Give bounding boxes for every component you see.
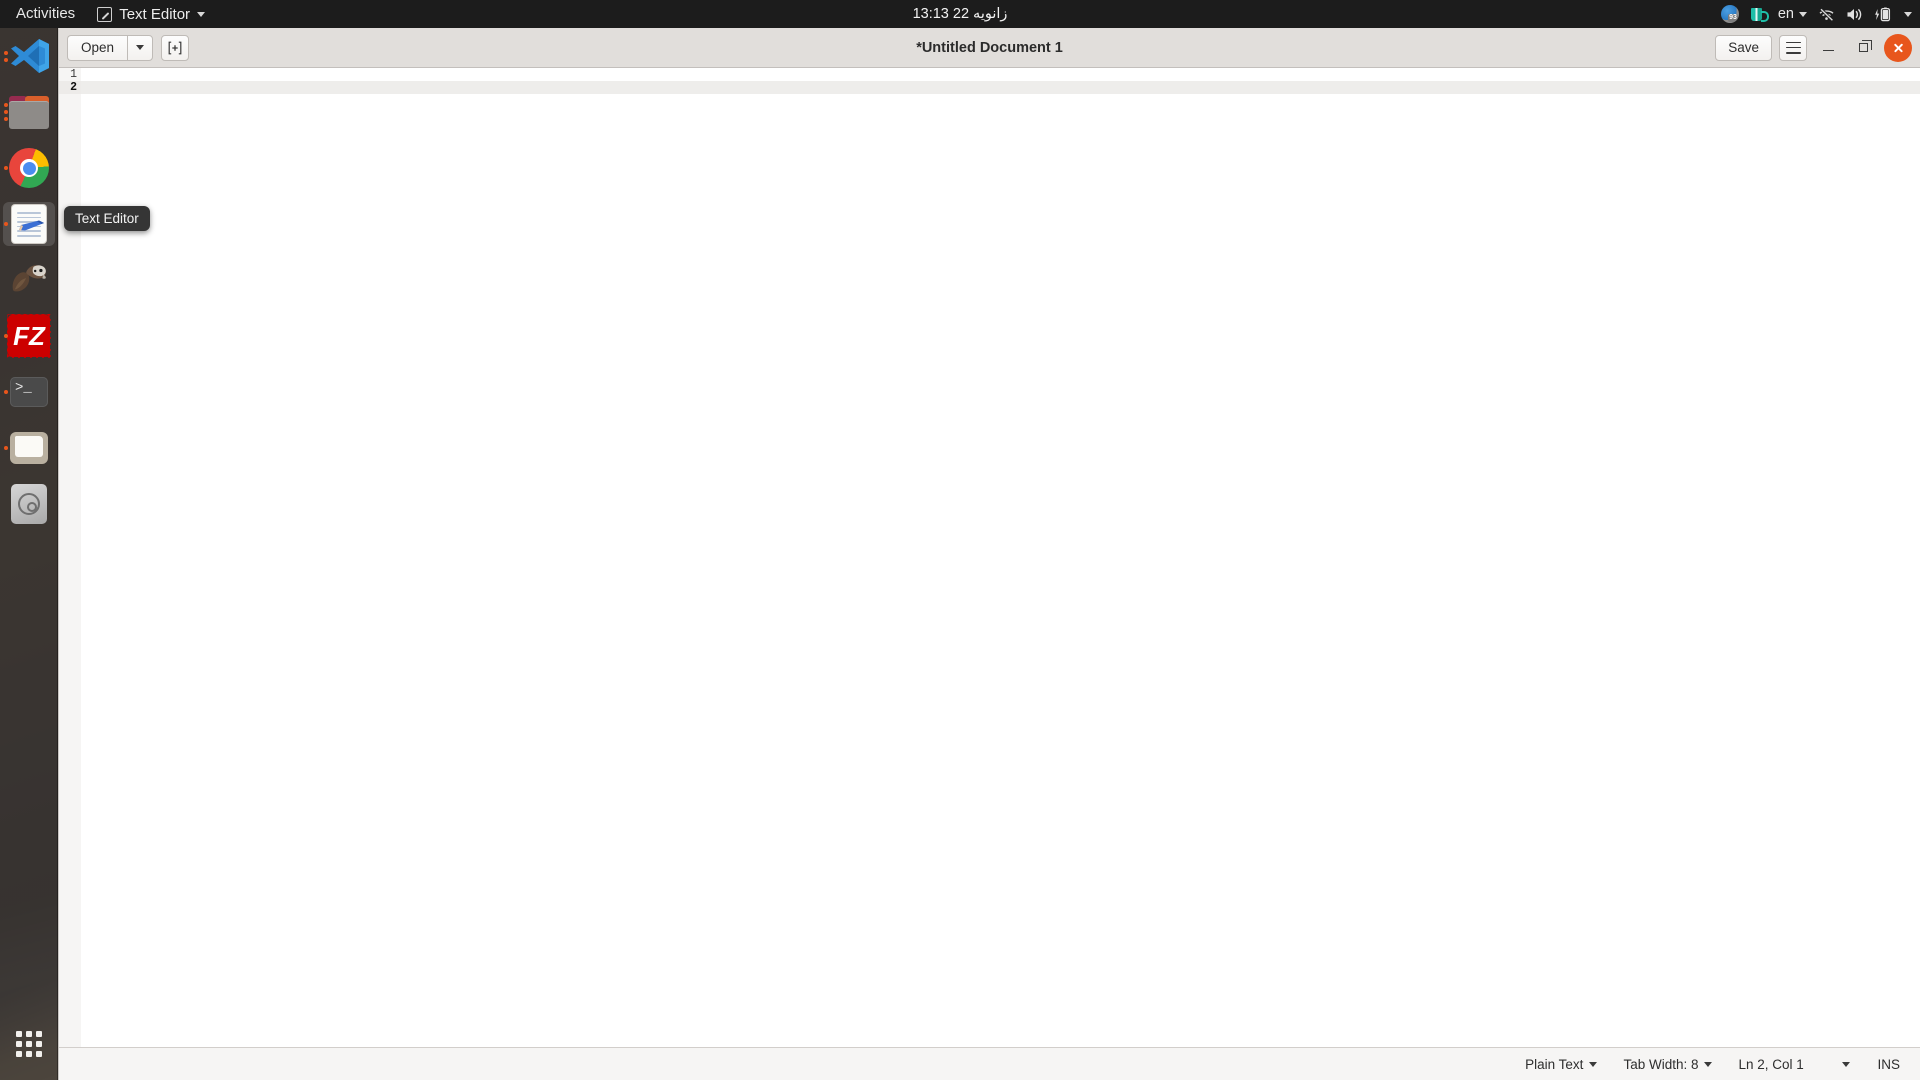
open-button-group: Open [67,34,154,61]
dock-item-google-chrome[interactable] [0,140,58,196]
close-icon [1893,42,1904,53]
disk-usage-indicator[interactable]: 93 [1720,5,1739,23]
new-document-button[interactable] [161,34,190,61]
system-tray: 93 en [1720,0,1912,28]
minimize-button[interactable] [1814,34,1842,62]
wifi-disconnected-icon [1818,7,1835,22]
dock-item-install-media[interactable] [0,476,58,532]
app-menu-label: Text Editor [119,5,191,23]
dock-item-file-manager[interactable] [0,420,58,476]
disk-usage-icon: 93 [1720,5,1739,23]
folder-white-icon [8,427,50,469]
filezilla-icon: FZ [7,314,51,358]
close-button[interactable] [1884,33,1912,62]
save-button[interactable]: Save [1715,34,1772,61]
beaver-icon [9,260,49,300]
dock-item-terminal[interactable] [0,364,58,420]
volume-speaker-icon [1846,7,1863,22]
document-lines: 1 2 [59,68,1920,94]
show-applications-grid-icon [16,1031,42,1057]
chevron-down-icon [197,11,206,17]
maximize-icon [1858,40,1872,52]
chevron-down-icon [1904,11,1912,17]
clock-area: 13:13 22 زانویه [0,6,1920,22]
main-menu-button[interactable] [1779,34,1807,61]
dock-item-visual-studio-code[interactable] [0,28,58,84]
line-number: 1 [59,68,81,81]
gnome-top-panel: Activities Text Editor 13:13 22 زانویه 9… [0,0,1920,28]
text-editing-area[interactable]: 1 2 [59,68,1920,1047]
new-document-icon [168,41,182,55]
open-button[interactable]: Open [67,34,128,61]
network-indicator[interactable] [1818,7,1835,22]
disk-install-icon [8,483,50,525]
keyboard-language-indicator[interactable]: en [1778,6,1807,22]
editor-line-row[interactable]: 1 [59,68,1920,81]
chevron-down-icon [1589,1061,1598,1067]
coffee-mug-icon [1750,6,1769,23]
terminal-icon [8,371,50,413]
clock-label[interactable]: 13:13 22 زانویه [913,6,1008,22]
dock-tooltip: Text Editor [64,206,150,231]
favorites-dock: FZ [0,28,58,1080]
dock-item-text-editor[interactable] [0,196,58,252]
editor-line-row-current[interactable]: 2 [59,81,1920,94]
window-title: *Untitled Document 1 [916,39,1063,56]
chrome-icon [8,147,50,189]
language-label: en [1777,6,1794,22]
activities-button[interactable]: Activities [0,0,87,28]
chevron-down-icon [1704,1061,1713,1067]
headerbar-left-controls: Open [67,34,190,61]
text-editor-window: Open *Untitled Document 1 Save 1 2 Plain… [58,28,1920,1080]
cursor-position-selector[interactable]: Ln 2, Col 1 [1725,1057,1863,1072]
volume-indicator[interactable] [1846,7,1863,22]
dock-item-files-nautilus[interactable] [0,84,58,140]
window-headerbar: Open *Untitled Document 1 Save [59,28,1920,68]
open-recent-dropdown-button[interactable] [127,34,154,61]
cursor-position-label: Ln 2, Col 1 [1738,1056,1804,1072]
language-label: Plain Text [1525,1056,1584,1072]
folder-purple-icon [8,91,50,133]
tab-width-selector[interactable]: Tab Width: 8 [1610,1057,1725,1072]
minimize-icon [1822,49,1834,52]
headerbar-right-controls: Save [1715,33,1912,62]
battery-indicator[interactable] [1874,7,1893,22]
line-text[interactable] [81,81,1920,94]
dock-item-filezilla[interactable]: FZ [0,308,58,364]
vscode-icon [8,35,50,77]
chevron-down-icon [1799,11,1807,17]
system-menu-button[interactable] [1904,11,1912,17]
gedit-icon [8,203,50,245]
chevron-down-icon [136,45,145,50]
status-bar: Plain Text Tab Width: 8 Ln 2, Col 1 INS [59,1047,1920,1080]
line-number: 2 [59,81,81,94]
coffee-mug-indicator[interactable] [1750,6,1769,23]
insert-mode-label: INS [1877,1056,1900,1072]
dock-item-dbeaver[interactable] [0,252,58,308]
line-text[interactable] [81,68,1920,81]
tab-width-label: Tab Width: 8 [1623,1056,1699,1072]
battery-charging-icon [1874,7,1893,22]
chevron-down-icon [1842,1061,1851,1067]
show-applications-button[interactable] [0,1016,58,1072]
maximize-button[interactable] [1849,34,1877,62]
hamburger-menu-icon [1785,41,1801,54]
language-selector[interactable]: Plain Text [1512,1057,1610,1072]
disk-usage-badge: 93 [1728,14,1738,22]
app-menu-button[interactable]: Text Editor [87,6,215,23]
text-editor-icon [97,6,113,22]
